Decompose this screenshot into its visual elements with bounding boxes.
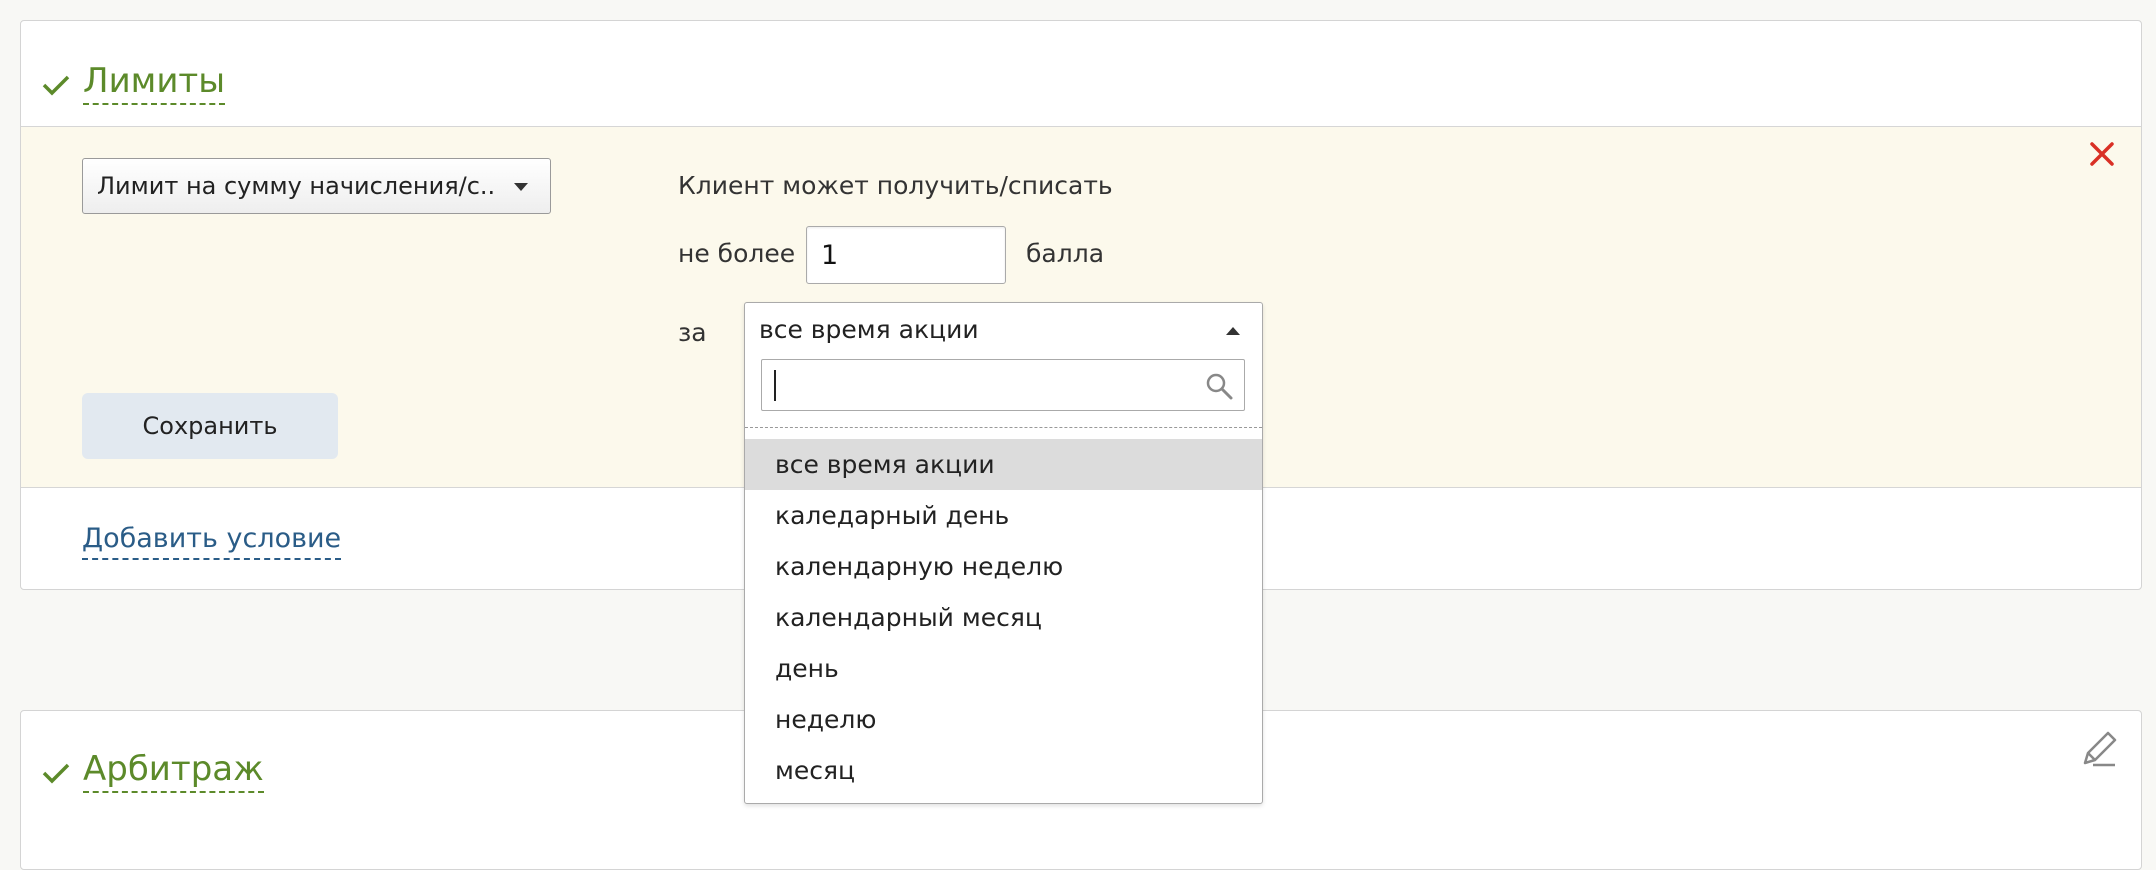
arbitrage-title[interactable]: Арбитраж (83, 749, 264, 793)
dropdown-option[interactable]: день (745, 643, 1262, 694)
search-icon (1206, 373, 1233, 400)
limits-header: Лимиты (21, 21, 2141, 127)
pencil-icon[interactable] (2079, 729, 2119, 769)
for-label: за (678, 318, 707, 347)
save-button[interactable]: Сохранить (82, 393, 338, 459)
dropdown-option[interactable]: календарную неделю (745, 541, 1262, 592)
add-condition-link[interactable]: Добавить условие (82, 521, 342, 560)
period-select[interactable]: все время акции (745, 303, 1262, 357)
client-text: Клиент может получить/списать (678, 171, 1113, 200)
period-dropdown[interactable]: все время акции все время акции каледарн… (744, 302, 1263, 804)
check-icon (42, 763, 70, 784)
check-icon (42, 75, 70, 96)
dropdown-option[interactable]: месяц (745, 745, 1262, 796)
points-label: балла (1026, 239, 1105, 268)
dropdown-option[interactable]: все время акции (745, 439, 1262, 490)
chevron-up-icon (1226, 327, 1240, 335)
dropdown-options: все время акции каледарный день календар… (745, 439, 1262, 796)
dropdown-divider (745, 427, 1262, 428)
not-more-label: не более (678, 239, 796, 268)
dropdown-option[interactable]: календарный месяц (745, 592, 1262, 643)
chevron-down-icon (514, 183, 528, 191)
dropdown-option[interactable]: каледарный день (745, 490, 1262, 541)
limit-type-select[interactable]: Лимит на сумму начисления/с... (82, 158, 551, 214)
amount-input[interactable] (806, 226, 1006, 284)
limit-type-value: Лимит на сумму начисления/с... (97, 172, 497, 200)
limits-title[interactable]: Лимиты (83, 61, 226, 105)
dropdown-option[interactable]: неделю (745, 694, 1262, 745)
period-selected-value: все время акции (759, 315, 979, 344)
dropdown-search-input[interactable] (761, 359, 1245, 411)
text-caret (774, 370, 776, 401)
close-icon[interactable] (2087, 139, 2117, 169)
